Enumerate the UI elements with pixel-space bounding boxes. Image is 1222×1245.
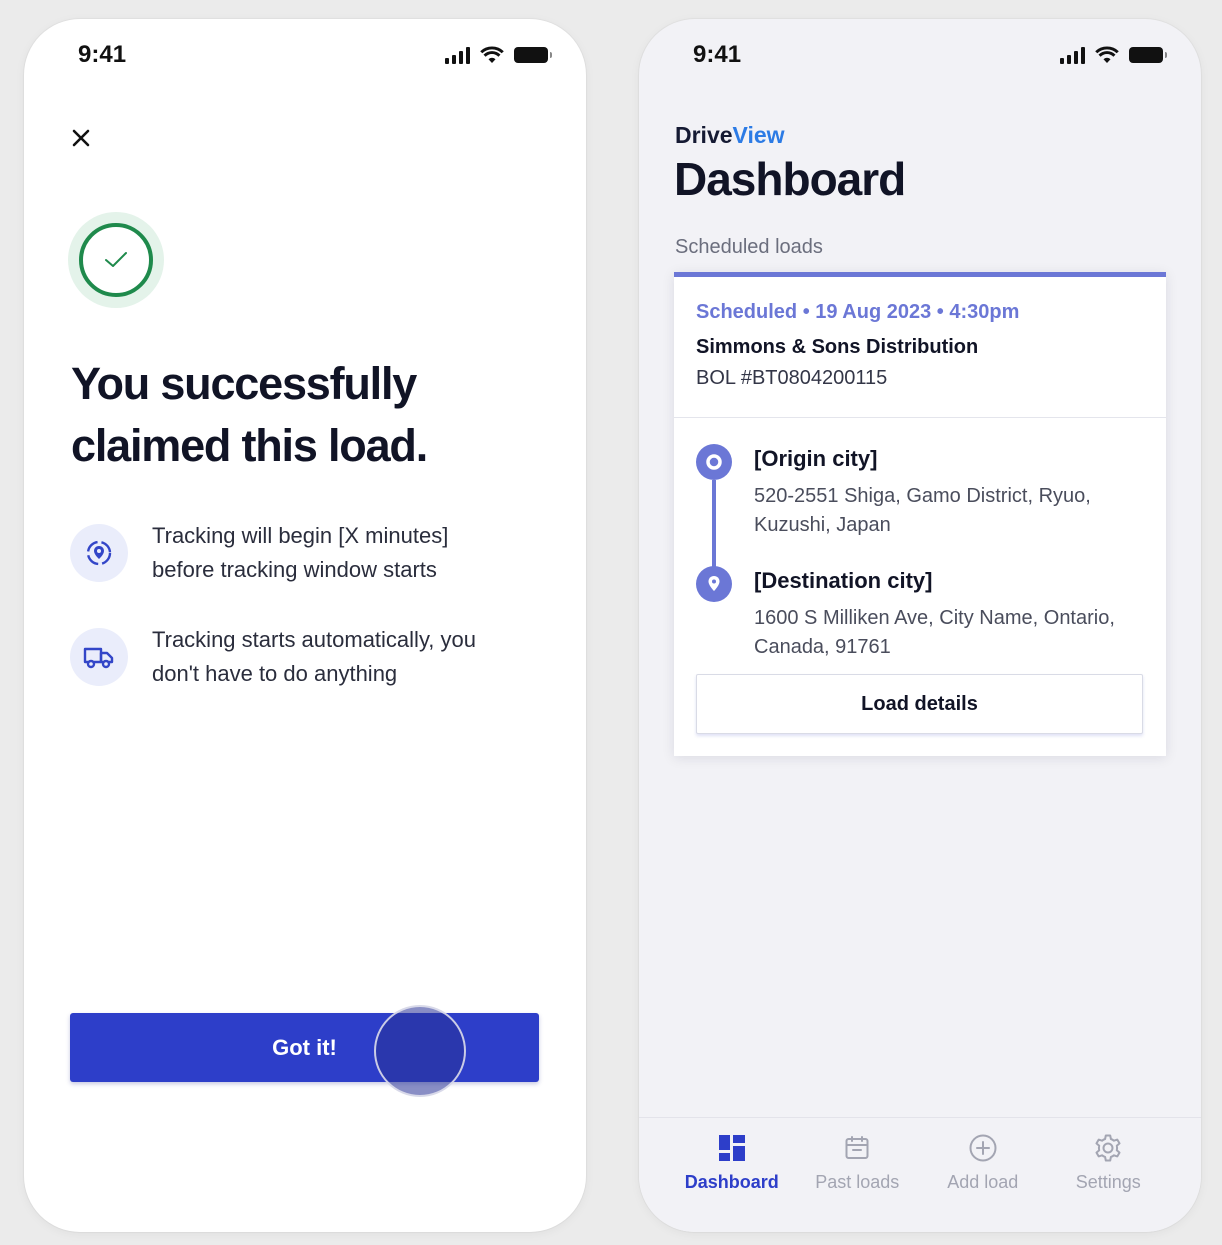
page-title: Dashboard: [674, 153, 906, 205]
load-company: Simmons & Sons Distribution: [696, 336, 979, 358]
load-details-button[interactable]: Load details: [696, 674, 1143, 734]
calendar-icon: [841, 1132, 873, 1164]
info-text: Tracking will begin [X minutes] before t…: [152, 523, 449, 582]
brand-part-view: View: [732, 122, 785, 148]
origin-city: [Origin city]: [754, 446, 878, 471]
scheduled-load-card[interactable]: Scheduled • 19 Aug 2023 • 4:30pm Simmons…: [674, 272, 1166, 756]
origin-marker-icon: [696, 444, 732, 480]
success-headline: You successfully claimed this load.: [71, 358, 428, 471]
gear-icon: [1092, 1132, 1124, 1164]
battery-icon: [514, 47, 552, 63]
info-text: Tracking starts automatically, you don't…: [152, 627, 477, 686]
tab-dashboard[interactable]: Dashboard: [669, 1118, 795, 1232]
status-bar: 9:41: [639, 19, 1201, 95]
tab-label: Past loads: [815, 1172, 900, 1192]
wifi-icon: [480, 46, 504, 63]
claim-success-screen: 9:41 You successfully claimed this load.: [24, 19, 586, 1232]
brand-part-drive: Drive: [675, 122, 733, 148]
status-icons: [445, 46, 552, 64]
wifi-icon: [1095, 46, 1119, 63]
cellular-signal-icon: [445, 46, 470, 64]
destination-address: 1600 S Milliken Ave, City Name, Ontario,…: [754, 607, 1115, 658]
origin-stop: [Origin city] 520-2551 Shiga, Gamo Distr…: [696, 442, 1144, 540]
status-time: 9:41: [693, 41, 742, 68]
close-button[interactable]: [66, 123, 96, 153]
origin-address: 520-2551 Shiga, Gamo District, Ryuo, Kuz…: [754, 485, 1091, 536]
tab-past-loads[interactable]: Past loads: [795, 1118, 921, 1232]
brand-logo: DriveView: [675, 122, 785, 149]
dashboard-icon: [716, 1132, 748, 1164]
tab-label: Settings: [1075, 1172, 1141, 1192]
checkmark-icon: [105, 252, 127, 267]
success-badge: [68, 212, 164, 308]
tab-label: Dashboard: [684, 1172, 779, 1192]
location-target-icon: [70, 524, 128, 582]
info-item-auto-tracking: Tracking starts automatically, you don't…: [70, 623, 540, 691]
battery-icon: [1129, 47, 1167, 63]
touch-indicator: [374, 1005, 466, 1097]
add-circle-icon: [967, 1132, 999, 1164]
bottom-tab-bar: Dashboard Past loads Add load Settings: [639, 1117, 1201, 1232]
load-card-header: Scheduled • 19 Aug 2023 • 4:30pm Simmons…: [674, 277, 1166, 418]
cellular-signal-icon: [1060, 46, 1085, 64]
destination-pin-icon: [696, 566, 732, 602]
destination-city: [Destination city]: [754, 568, 933, 593]
destination-stop: [Destination city] 1600 S Milliken Ave, …: [696, 564, 1144, 662]
truck-icon: [70, 628, 128, 686]
load-status: Scheduled • 19 Aug 2023 • 4:30pm: [696, 301, 1020, 323]
close-icon: [72, 129, 90, 147]
got-it-button[interactable]: Got it!: [70, 1013, 539, 1082]
info-item-tracking-begin: Tracking will begin [X minutes] before t…: [70, 519, 540, 587]
load-bol: BOL #BT0804200115: [696, 367, 888, 389]
tab-label: Add load: [947, 1172, 1019, 1192]
status-time: 9:41: [78, 41, 127, 68]
dashboard-screen: 9:41 DriveView Dashboard Scheduled loads…: [639, 19, 1201, 1232]
status-icons: [1060, 46, 1167, 64]
tab-add-load[interactable]: Add load: [920, 1118, 1046, 1232]
tab-settings[interactable]: Settings: [1046, 1118, 1172, 1232]
status-bar: 9:41: [24, 19, 586, 95]
load-route: [Origin city] 520-2551 Shiga, Gamo Distr…: [674, 418, 1166, 662]
section-label: Scheduled loads: [675, 236, 823, 258]
